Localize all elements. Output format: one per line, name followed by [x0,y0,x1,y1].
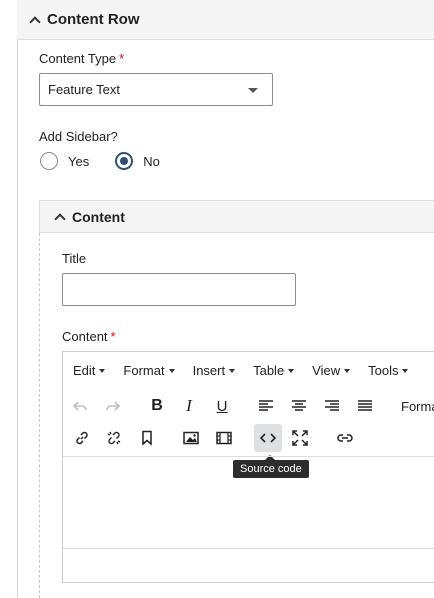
caret-down-icon [168,368,175,373]
link-chain-icon[interactable] [334,427,356,449]
content-row-title: Content Row [47,11,140,28]
menu-format[interactable]: Format [123,363,175,378]
radio-option-yes[interactable]: Yes [40,152,89,170]
redo-icon[interactable] [102,395,124,417]
content-type-label: Content Type * [39,51,125,66]
source-code-tooltip: Source code [233,455,309,478]
chevron-up-icon [54,212,66,225]
content-section-title: Content [72,208,125,225]
content-row-header[interactable]: Content Row [17,0,434,40]
chevron-up-icon [29,15,41,28]
sidebar-radio-group: Yes No [40,152,186,170]
content-type-value: Feature Text [48,82,121,97]
rich-text-editor: Edit Format Insert Table View Tools B I … [62,351,434,583]
format-dropdown[interactable]: Forma [401,399,434,414]
caret-down-icon [248,88,258,93]
caret-down-icon [229,368,236,373]
content-section-header[interactable]: Content [39,200,434,233]
menu-edit[interactable]: Edit [73,363,106,378]
radio-no[interactable] [115,152,134,170]
bookmark-icon[interactable] [136,427,158,449]
add-sidebar-label: Add Sidebar? [39,129,118,144]
radio-option-no[interactable]: No [115,152,160,170]
radio-yes[interactable] [40,152,58,170]
image-icon[interactable] [180,427,202,449]
menu-view[interactable]: View [312,363,351,378]
page-left-border [17,0,18,598]
align-justify-icon[interactable] [354,395,376,417]
caret-down-icon [344,368,351,373]
source-code-icon [260,433,276,443]
align-center-icon[interactable] [288,395,310,417]
editor-menubar: Edit Format Insert Table View Tools [63,352,434,389]
underline-icon[interactable]: U [211,395,233,417]
source-code-button[interactable] [254,424,282,452]
menu-table[interactable]: Table [253,363,295,378]
undo-icon[interactable] [69,395,91,417]
content-label: Content * [62,329,116,344]
caret-down-icon [99,368,106,373]
fullscreen-icon[interactable] [289,427,311,449]
content-section-border [39,233,40,598]
media-icon[interactable] [213,427,235,449]
caret-down-icon [288,368,295,373]
radio-no-label: No [143,153,160,169]
title-input[interactable] [62,273,296,306]
title-label: Title [62,251,87,266]
menu-insert[interactable]: Insert [193,363,236,378]
radio-yes-label: Yes [68,153,90,169]
menu-tools[interactable]: Tools [368,363,409,378]
bold-icon[interactable]: B [146,395,168,417]
required-marker: * [119,51,125,66]
required-marker: * [110,329,116,344]
unlink-icon[interactable] [103,427,125,449]
statusbar-divider [63,548,434,549]
caret-down-icon [402,368,409,373]
toolbar-divider [63,456,434,457]
align-right-icon[interactable] [321,395,343,417]
italic-icon[interactable]: I [178,395,200,417]
align-left-icon[interactable] [255,395,277,417]
link-icon[interactable] [71,427,93,449]
content-type-select[interactable]: Feature Text [39,73,273,106]
